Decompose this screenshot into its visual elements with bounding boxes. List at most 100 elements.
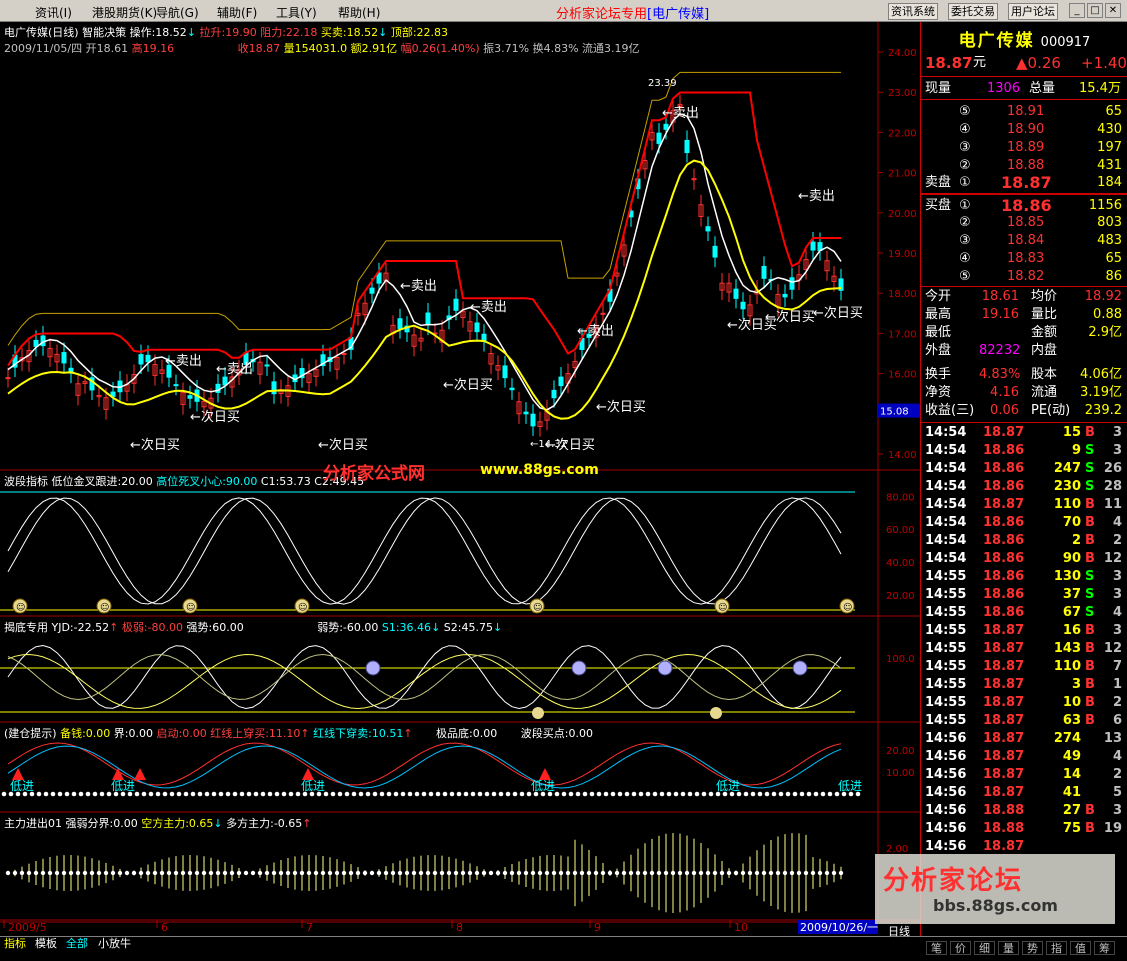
p5-dot (649, 870, 655, 876)
tick-row: 14:56 18.88 27 B 3 (925, 803, 1122, 818)
p5-dot (285, 870, 291, 876)
minimize-icon[interactable]: _ (1069, 3, 1085, 18)
right-tab-0[interactable]: 笔 (926, 941, 947, 955)
candle-body (264, 364, 270, 367)
menu-item-1[interactable]: 港股期货(K) (92, 4, 157, 21)
p5-dot (761, 870, 767, 876)
stock-title: 电广传媒 000917 (958, 31, 1091, 51)
p5-dot (257, 870, 263, 876)
p5-dot (768, 870, 774, 876)
right-tab-2[interactable]: 细 (974, 941, 995, 955)
p5-dot (530, 870, 536, 876)
p5-dot (138, 870, 144, 876)
tick-row: 14:55 18.87 63 B 6 (925, 713, 1122, 728)
p5-dot (96, 870, 102, 876)
candle-body (733, 288, 739, 299)
p4-dot (694, 791, 700, 797)
menu-item-4[interactable]: 工具(Y) (276, 4, 317, 21)
candle-body (789, 277, 795, 290)
p5-dot (586, 870, 592, 876)
p5-dot (12, 870, 18, 876)
p4-dot (554, 791, 560, 797)
p5-dot (33, 870, 39, 876)
p5-dot (19, 870, 25, 876)
chart-area[interactable]: 24.00 23.00 22.00 21.00 20.00 19.00 18.00 17.00… (0, 22, 920, 936)
p5-dot (698, 870, 704, 876)
candle-body (271, 381, 277, 395)
menu-item-2[interactable]: 导航(G) (156, 4, 199, 21)
p4-dot (428, 791, 434, 797)
p2-tick-label: 20.00 (886, 591, 915, 602)
bottom-tab-3[interactable]: 小放牛 (98, 937, 131, 951)
menu-item-5[interactable]: 帮助(H) (338, 4, 380, 21)
p5-dot (26, 870, 32, 876)
right-tab-5[interactable]: 指 (1046, 941, 1067, 955)
ask1-row: 卖盘 ① 18.87 184 (925, 173, 1122, 192)
bottom-tab-0[interactable]: 指标 (4, 937, 26, 951)
p4-dot (71, 791, 77, 797)
stat-row: 换手 4.83% 股本 4.06亿 (925, 367, 1122, 382)
signal-label: ←卖出 (400, 279, 437, 294)
p5-dot (103, 870, 109, 876)
p4-dot (687, 791, 693, 797)
p5-dot (334, 870, 340, 876)
p4-dot (519, 791, 525, 797)
p5-dot (775, 870, 781, 876)
p4-dot (512, 791, 518, 797)
trade-button[interactable]: 委托交易 (948, 3, 998, 20)
right-tab-6[interactable]: 值 (1070, 941, 1091, 955)
signal-label: ←卖出 (798, 189, 835, 204)
header-line1: 电广传媒(日线) 智能决策 操作:18.52↓ 拉升:19.90 阻力:22.1… (4, 26, 449, 39)
bottom-tab-2[interactable]: 全部 (66, 937, 88, 951)
p5-dot (467, 870, 473, 876)
p5-dot (551, 870, 557, 876)
tick-row: 14:56 18.88 75 B 19 (925, 821, 1122, 836)
p4-dot (43, 791, 49, 797)
p4-dot (218, 791, 224, 797)
p4-dot (414, 791, 420, 797)
p5-dot (208, 870, 214, 876)
p4-dot (638, 791, 644, 797)
smiley-face: ☺ (298, 602, 307, 613)
p4-dot (239, 791, 245, 797)
price-tick-label: 18.00 (888, 289, 917, 300)
forum-button[interactable]: 用户论坛 (1008, 3, 1058, 20)
date-label: 10 (734, 921, 748, 934)
tick-row: 14:54 18.87 15 B 3 (925, 425, 1122, 440)
ask-vol: 197 (1097, 140, 1122, 155)
candle-body (369, 287, 375, 294)
p5-dot (355, 870, 361, 876)
p5-dot (614, 870, 620, 876)
right-tab-1[interactable]: 价 (950, 941, 971, 955)
maximize-icon[interactable]: □ (1087, 3, 1103, 18)
menu-item-3[interactable]: 辅助(F) (217, 4, 257, 21)
info-system-button[interactable]: 资讯系统 (888, 3, 938, 20)
p4-dot (666, 791, 672, 797)
p5-dot (250, 870, 256, 876)
p5-dot (40, 870, 46, 876)
bottom-tab-1[interactable]: 模板 (35, 937, 57, 951)
p4-dot (589, 791, 595, 797)
right-tab-4[interactable]: 势 (1022, 941, 1043, 955)
cursor-price-label: 15.08 (880, 407, 909, 418)
menu-item-0[interactable]: 资讯(I) (35, 4, 72, 21)
p4-dot (743, 791, 749, 797)
p5-dot (418, 870, 424, 876)
signal-label: ←次日买 (318, 437, 368, 453)
p5-dot (691, 870, 697, 876)
p5-dot (75, 870, 81, 876)
candle-body (523, 411, 529, 415)
tick-row: 14:55 18.86 67 S 4 (925, 605, 1122, 620)
candle-body (474, 322, 480, 333)
tick-row: 14:55 18.86 37 S 3 (925, 587, 1122, 602)
p5-dot (733, 870, 739, 876)
p4-dot (624, 791, 630, 797)
right-tab-7[interactable]: 筹 (1094, 941, 1115, 955)
period-label: 日线 (888, 925, 910, 938)
p5-dot (215, 870, 221, 876)
price-tick-label: 21.00 (888, 169, 917, 180)
p5-dot (803, 870, 809, 876)
watermark-text: 分析家公式网 (323, 464, 425, 484)
right-tab-3[interactable]: 量 (998, 941, 1019, 955)
close-icon[interactable]: ✕ (1105, 3, 1121, 18)
